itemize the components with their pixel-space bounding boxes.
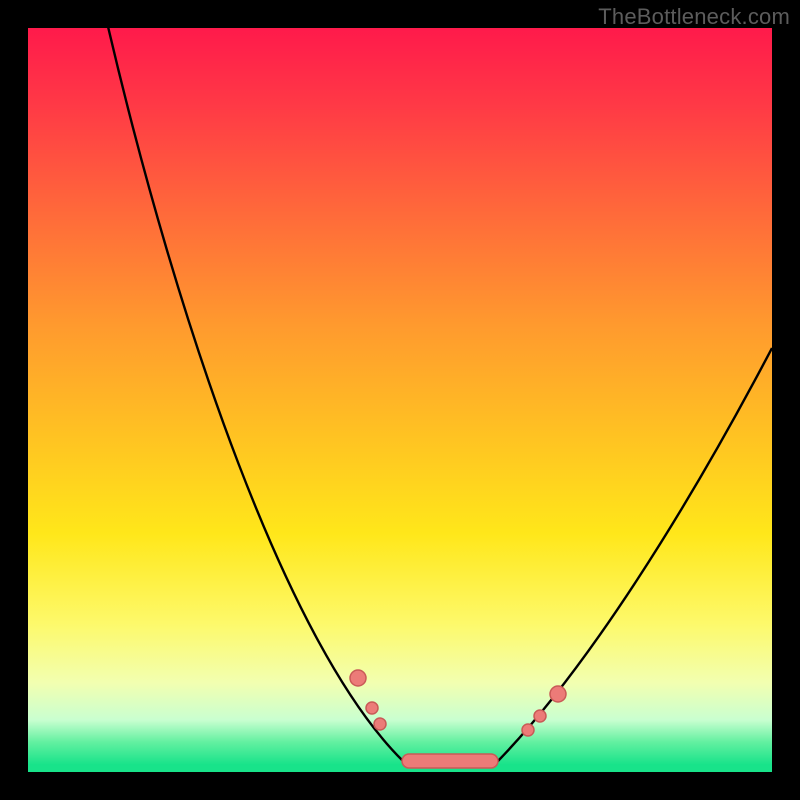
marker-dot bbox=[522, 724, 534, 736]
marker-dot bbox=[534, 710, 546, 722]
marker-dot bbox=[350, 670, 366, 686]
marker-pill bbox=[402, 754, 498, 768]
marker-dot bbox=[366, 702, 378, 714]
marker-layer bbox=[28, 28, 772, 772]
frame: TheBottleneck.com bbox=[0, 0, 800, 800]
plot-area bbox=[28, 28, 772, 772]
marker-group bbox=[350, 670, 566, 768]
marker-dot bbox=[550, 686, 566, 702]
watermark-text: TheBottleneck.com bbox=[598, 4, 790, 30]
marker-dot bbox=[374, 718, 386, 730]
